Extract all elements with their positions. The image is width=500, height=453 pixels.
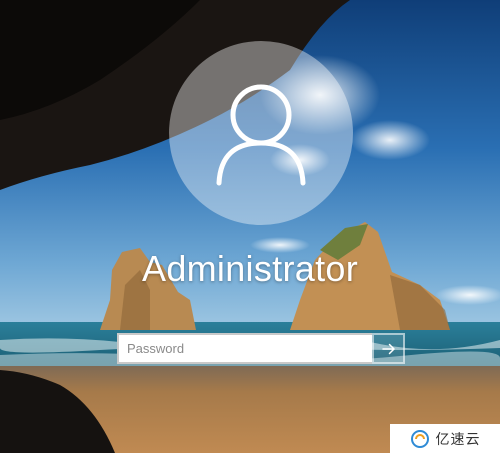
user-avatar (169, 41, 353, 225)
cloud-logo-icon (410, 429, 429, 448)
watermark-text: 亿速云 (435, 431, 481, 448)
submit-button[interactable] (372, 333, 405, 364)
username-label: Administrator (142, 248, 358, 289)
password-row (117, 333, 405, 364)
arrow-right-icon (381, 343, 395, 354)
user-silhouette-icon (216, 84, 306, 186)
lock-screen: Administrator 亿速云 (0, 0, 500, 453)
watermark-badge: 亿速云 (390, 424, 500, 453)
password-input[interactable] (117, 333, 372, 364)
